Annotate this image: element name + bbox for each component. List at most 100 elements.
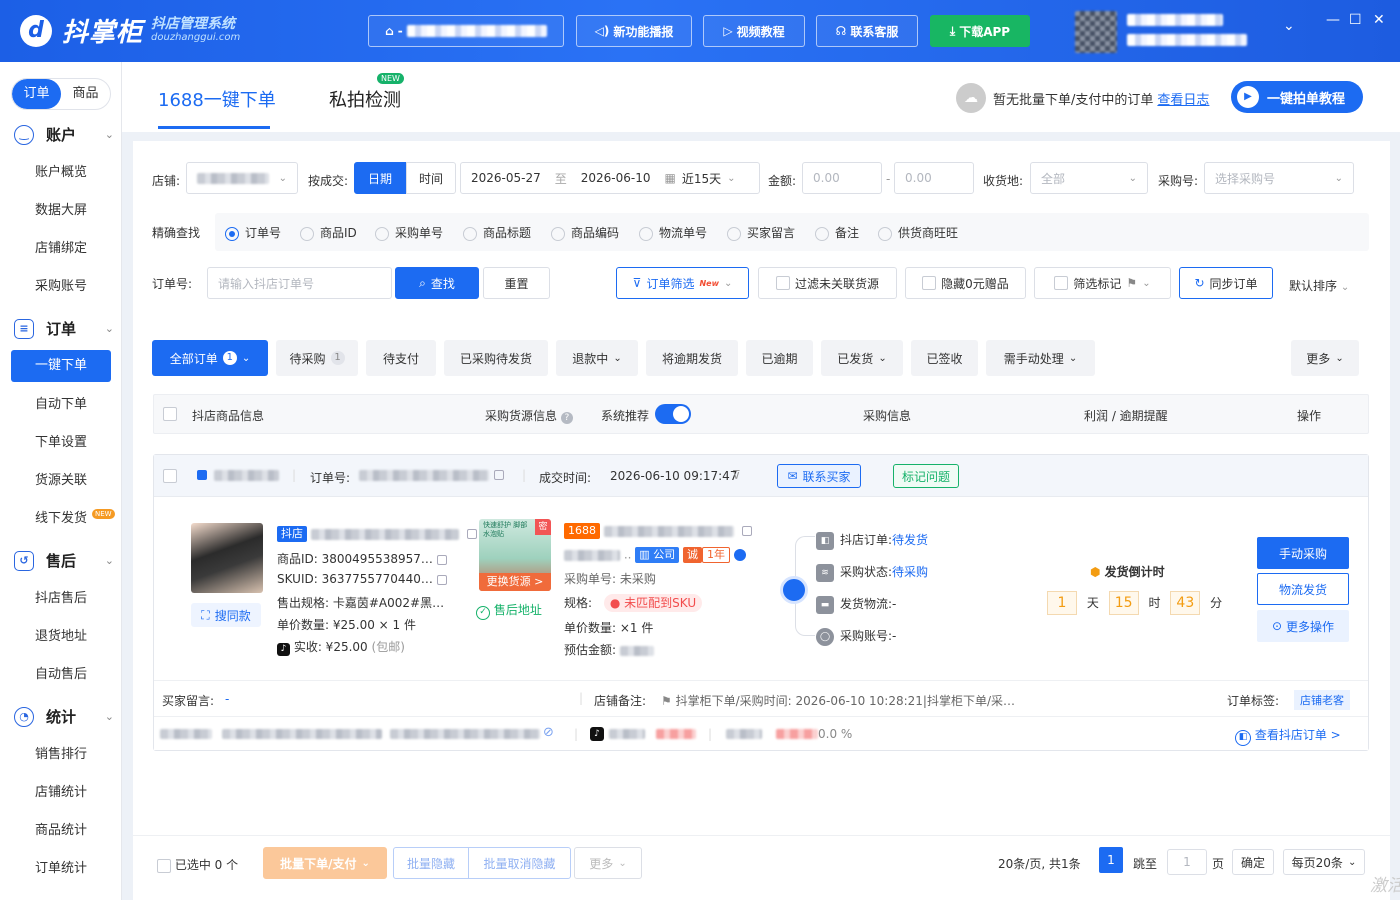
minimize-icon[interactable]: —	[1326, 12, 1340, 28]
status-tab-signed[interactable]: 已签收	[911, 340, 978, 376]
status-tab-purchased[interactable]: 已采购待发货	[444, 340, 548, 376]
product-image[interactable]	[191, 523, 263, 593]
sidebar-item-shop-stats[interactable]: 店铺统计	[11, 777, 111, 809]
order-filter-button[interactable]: ⊽ 订单筛选 New ⌄	[616, 267, 749, 299]
order-checkbox[interactable]	[163, 469, 177, 483]
radio-product-title[interactable]: 商品标题	[463, 224, 531, 241]
status-tab-overdue[interactable]: 已逾期	[746, 340, 813, 376]
sidebar-group-account[interactable]: ‿ 账户 ⌄	[14, 124, 114, 145]
status-tab-to-purchase[interactable]: 待采购 1	[276, 340, 358, 376]
user-avatar[interactable]	[1075, 11, 1117, 53]
jump-page-input[interactable]: 1	[1167, 849, 1207, 875]
sidebar-item-auto-aftersale[interactable]: 自动售后	[11, 659, 111, 691]
sidebar-item-account-overview[interactable]: 账户概览	[11, 157, 111, 189]
sync-orders-button[interactable]: ↻ 同步订单	[1179, 267, 1273, 299]
status-tab-to-pay[interactable]: 待支付	[366, 340, 436, 376]
per-page-select[interactable]: 每页20条 ⌄	[1283, 849, 1365, 875]
deal-by-date[interactable]: 日期	[354, 162, 406, 194]
search-button[interactable]: ⌕ 查找	[395, 267, 479, 299]
filter-unrelated-toggle[interactable]: 过滤未关联货源	[758, 267, 897, 299]
contact-service-button[interactable]: ☊ 联系客服	[816, 15, 918, 47]
help-icon[interactable]: ?	[560, 412, 573, 424]
radio-order-no[interactable]: 订单号	[225, 224, 281, 241]
recv-select[interactable]: 全部 ⌄	[1030, 162, 1148, 194]
copy-icon[interactable]	[466, 529, 477, 539]
sidebar-item-data-screen[interactable]: 数据大屏	[11, 195, 111, 227]
mark-issue-button[interactable]: 标记问题	[893, 464, 959, 488]
sidebar-item-auto-order[interactable]: 自动下单	[11, 389, 111, 421]
robot-assistant-icon[interactable]	[780, 576, 808, 604]
sort-select[interactable]: 默认排序 ⌄	[1289, 277, 1349, 294]
video-tutorial-button[interactable]: ▷ 视频教程	[703, 15, 805, 47]
status-tab-about-overdue[interactable]: 将逾期发货	[646, 340, 738, 376]
amount-max-input[interactable]: 0.00	[894, 162, 974, 194]
close-icon[interactable]: ✕	[1373, 12, 1385, 28]
filter-time-icon[interactable]: ⊽	[732, 468, 741, 482]
sidebar-item-shop-aftersale[interactable]: 抖店售后	[11, 583, 111, 615]
sidebar-group-stats[interactable]: ◔ 统计 ⌄	[14, 706, 114, 727]
download-app-button[interactable]: ⤓ 下载APP	[930, 15, 1030, 47]
shop-select[interactable]: ⌄	[186, 162, 298, 194]
sku-warning[interactable]: ● 未匹配到SKU	[603, 594, 703, 612]
page-button-1[interactable]: 1	[1099, 847, 1123, 873]
status-tab-more[interactable]: 更多 ⌄	[1291, 340, 1359, 376]
reset-button[interactable]: 重置	[483, 267, 550, 299]
more-actions-button[interactable]: ⊙ 更多操作	[1257, 610, 1349, 642]
sidebar-item-shop-bind[interactable]: 店铺绑定	[11, 233, 111, 265]
radio-buyer-msg[interactable]: 买家留言	[727, 224, 795, 241]
hidden-eye-icon[interactable]: ⊘	[543, 725, 554, 740]
sidebar-item-order-settings[interactable]: 下单设置	[11, 427, 111, 459]
batch-hide-button[interactable]: 批量隐藏	[393, 847, 469, 879]
sidebar-item-source-link[interactable]: 货源关联	[11, 465, 111, 497]
copy-icon[interactable]	[436, 554, 447, 565]
tab-private-detect[interactable]: 私拍检测	[329, 86, 401, 112]
system-recommend-toggle[interactable]	[655, 404, 691, 424]
logistics-ship-button[interactable]: 物流发货	[1257, 573, 1349, 605]
after-sale-address[interactable]: ✓ 售后地址	[476, 601, 542, 620]
sidebar-item-one-click-order[interactable]: 一键下单	[11, 350, 111, 382]
radio-purchase-no[interactable]: 采购单号	[375, 224, 443, 241]
hide-zero-gift-toggle[interactable]: 隐藏0元赠品	[905, 267, 1026, 299]
view-log-link[interactable]: 查看日志	[1157, 93, 1209, 108]
tutorial-button[interactable]: ▶ 一键拍单教程	[1231, 81, 1363, 113]
deal-by-time[interactable]: 时间	[406, 162, 456, 194]
sidebar-item-order-stats[interactable]: 订单统计	[11, 853, 111, 885]
copy-icon[interactable]	[741, 526, 752, 536]
status-tab-manual[interactable]: 需手动处理 ⌄	[986, 340, 1095, 376]
sidebar-item-return-address[interactable]: 退货地址	[11, 621, 111, 653]
sidebar-group-aftersale[interactable]: ↺ 售后 ⌄	[14, 550, 114, 571]
maximize-icon[interactable]: ☐	[1349, 12, 1362, 28]
sidebar-item-offline-ship[interactable]: 线下发货	[11, 503, 111, 535]
radio-remark[interactable]: 备注	[815, 224, 859, 241]
user-menu-chevron-icon[interactable]: ⌄	[1283, 18, 1295, 34]
contact-buyer-button[interactable]: ✉ 联系买家	[777, 464, 861, 488]
user-info-blurred[interactable]	[1127, 14, 1247, 46]
manual-purchase-button[interactable]: 手动采购	[1257, 537, 1349, 569]
shop-switch-button[interactable]: ⌂ -	[368, 15, 564, 47]
purchase-select[interactable]: 选择采购号 ⌄	[1204, 162, 1354, 194]
footer-more-button[interactable]: 更多 ⌄	[574, 847, 642, 879]
date-range-picker[interactable]: 2026-05-27 至 2026-06-10 ▦ 近15天 ⌄	[460, 162, 760, 194]
sidebar-item-purchase-account[interactable]: 采购账号	[11, 271, 111, 303]
feature-news-button[interactable]: ◁) 新功能播报	[576, 15, 692, 47]
sidebar-group-order[interactable]: ≡ 订单 ⌄	[14, 318, 114, 339]
selected-count[interactable]: 已选中 0 个	[157, 856, 238, 873]
sidebar-item-sales-rank[interactable]: 销售排行	[11, 739, 111, 771]
source-image[interactable]: 快速舒护 脚部水泡贴 密 更换货源 >	[479, 519, 551, 591]
wangwang-icon[interactable]	[733, 549, 746, 561]
sidebar-item-goods-stats[interactable]: 商品统计	[11, 815, 111, 847]
segment-goods[interactable]: 商品	[61, 79, 110, 109]
batch-unhide-button[interactable]: 批量取消隐藏	[468, 847, 571, 879]
search-same-button[interactable]: ⛶ 搜同款	[191, 603, 261, 627]
radio-logistics-no[interactable]: 物流单号	[639, 224, 707, 241]
order-tag[interactable]: 店铺老客	[1294, 690, 1350, 710]
select-all-checkbox[interactable]	[163, 407, 177, 421]
radio-product-code[interactable]: 商品编码	[551, 224, 619, 241]
view-shop-order-link[interactable]: ◧ 查看抖店订单 >	[1235, 726, 1341, 746]
jump-confirm-button[interactable]: 确定	[1232, 849, 1274, 875]
switch-source-button[interactable]: 更换货源 >	[479, 573, 551, 591]
status-tab-refunding[interactable]: 退款中 ⌄	[556, 340, 638, 376]
select-all-footer-checkbox[interactable]	[157, 858, 171, 873]
copy-icon[interactable]	[436, 574, 447, 585]
order-no-input[interactable]: 请输入抖店订单号	[207, 267, 392, 299]
